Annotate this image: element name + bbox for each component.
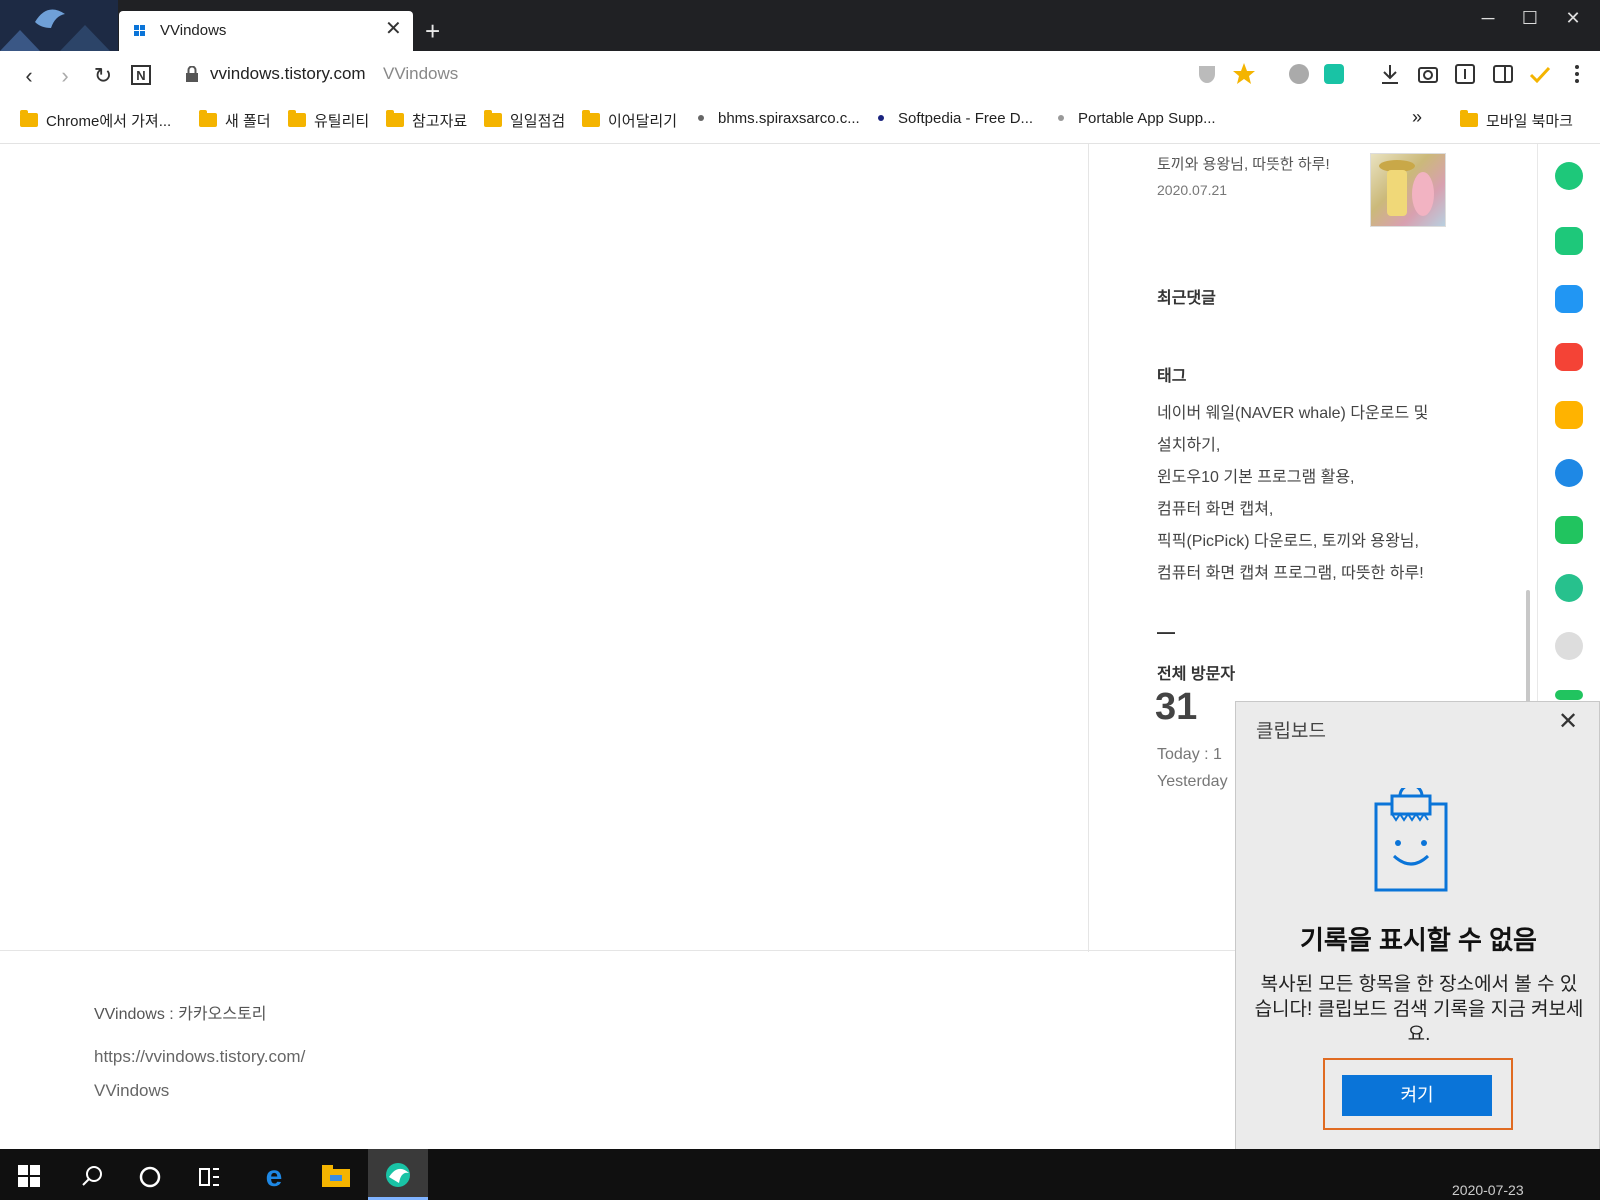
tags-heading: 태그 xyxy=(1157,368,1187,385)
folder-icon xyxy=(582,110,600,127)
page-scrollbar[interactable] xyxy=(1526,590,1530,710)
taskbar xyxy=(0,1149,1600,1200)
svg-text:e: e xyxy=(266,1162,283,1190)
side-panel-square-icon[interactable] xyxy=(1555,516,1583,544)
edge-icon[interactable]: e xyxy=(259,1162,289,1190)
side-panel-bell-icon[interactable] xyxy=(1555,227,1583,255)
url-input[interactable]: vvindows.tistory.com xyxy=(210,64,366,84)
clipboard-panel: 클립보드 ✕ 기록을 표시할 수 없음 복사된 모든 항목을 한 장소에서 볼 … xyxy=(1235,701,1600,1188)
minimize-icon[interactable]: ─ xyxy=(1473,8,1503,29)
tab-active[interactable]: VVindows ✕ xyxy=(119,11,413,51)
footer-name: VVindows xyxy=(94,1081,170,1100)
download-icon[interactable] xyxy=(1378,62,1402,86)
footer-blog-line[interactable]: VVindows : 카카오스토리 xyxy=(94,1000,267,1024)
folder-icon xyxy=(1460,110,1478,127)
visitors-today: Today : 1 xyxy=(1157,746,1222,763)
title-bar: VVindows ✕ + ─ ☐ ✕ xyxy=(0,0,1600,51)
split-view-icon[interactable] xyxy=(1491,62,1515,86)
side-panel-green-circle-icon[interactable] xyxy=(1555,162,1583,190)
side-panel-play-icon[interactable] xyxy=(1555,574,1583,602)
visitors-total: 31 xyxy=(1155,686,1198,728)
capture-icon[interactable] xyxy=(1416,62,1440,86)
windows-favicon-icon xyxy=(134,25,145,36)
start-icon[interactable] xyxy=(18,1165,40,1187)
lock-icon xyxy=(186,66,198,82)
side-panel-star-icon[interactable] xyxy=(1555,401,1583,429)
recent-post-date: 2020.07.21 xyxy=(1157,182,1228,198)
favicon-icon xyxy=(698,115,704,121)
close-icon[interactable]: ✕ xyxy=(1558,710,1578,734)
bookmarks-more-icon[interactable]: » xyxy=(1412,107,1422,128)
footer-url[interactable]: https://vvindows.tistory.com/ xyxy=(94,1047,305,1067)
thumbnail-illustration xyxy=(1379,160,1434,216)
visitors-heading: 전체 방문자 xyxy=(1157,666,1236,683)
svg-text:N: N xyxy=(136,68,145,83)
bookmark-folder[interactable]: Chrome에서 가져... xyxy=(20,110,171,131)
post-thumbnail[interactable] xyxy=(1370,153,1446,227)
bookmark-folder[interactable]: 참고자료 xyxy=(386,110,467,131)
divider xyxy=(1088,144,1089,952)
bookmark-star-icon[interactable] xyxy=(1232,62,1256,86)
favicon-icon xyxy=(878,115,884,121)
menu-dots-icon[interactable] xyxy=(1565,62,1589,86)
reader-icon[interactable] xyxy=(1453,62,1477,86)
share-icon[interactable] xyxy=(1287,62,1311,86)
side-panel-avatar-icon[interactable] xyxy=(1555,632,1583,660)
tag-link[interactable]: 픽픽(PicPick) 다운로드, 토끼와 용왕님, xyxy=(1157,527,1419,551)
url-page-title: VVindows xyxy=(383,64,459,83)
reload-icon[interactable]: ↻ xyxy=(89,62,117,90)
tag-link[interactable]: 네이버 웨일(NAVER whale) 다운로드 및 xyxy=(1157,399,1428,423)
tab-close-icon[interactable]: ✕ xyxy=(385,19,402,39)
bookmark-folder[interactable]: 새 폴더 xyxy=(199,110,271,131)
naver-home-icon[interactable]: N xyxy=(131,65,151,85)
back-icon[interactable]: ‹ xyxy=(15,62,43,90)
tag-link[interactable]: 설치하기, xyxy=(1157,431,1220,455)
visitors-yesterday: Yesterday xyxy=(1157,773,1228,790)
tag-link[interactable]: 컴퓨터 화면 캡쳐, xyxy=(1157,495,1273,519)
taskbar-date: 2020-07-23 xyxy=(1452,1182,1524,1198)
recent-post-title[interactable]: 토끼와 용왕님, 따뜻한 하루! xyxy=(1157,153,1330,174)
forward-icon[interactable]: › xyxy=(51,62,79,90)
browser-theme-art xyxy=(0,0,118,51)
folder-icon xyxy=(386,110,404,127)
tag-link[interactable]: 컴퓨터 화면 캡쳐 프로그램, 따뜻한 하루! xyxy=(1157,559,1424,583)
folder-icon xyxy=(288,110,306,127)
new-tab-icon[interactable]: + xyxy=(425,18,440,44)
check-icon[interactable] xyxy=(1528,62,1552,86)
side-panel-pocket-icon[interactable] xyxy=(1555,343,1583,371)
bookmark-link[interactable]: Softpedia - Free D... xyxy=(878,110,1033,127)
clipboard-title: 클립보드 xyxy=(1256,721,1326,742)
side-panel-app-icon[interactable] xyxy=(1555,690,1583,700)
tab-title: VVindows xyxy=(160,22,227,39)
maximize-icon[interactable]: ☐ xyxy=(1515,8,1545,29)
whale-browser-icon xyxy=(386,1163,410,1187)
folder-icon xyxy=(484,110,502,127)
bookmark-folder[interactable]: 이어달리기 xyxy=(582,110,677,131)
folder-icon xyxy=(20,110,38,127)
shield-icon[interactable] xyxy=(1195,62,1219,86)
mobile-bookmarks-folder[interactable]: 모바일 북마크 xyxy=(1460,110,1573,131)
clipboard-description: 복사된 모든 항목을 한 장소에서 볼 수 있습니다! 클립보드 검색 기록을 … xyxy=(1254,974,1584,1045)
recent-comments-heading: 최근댓글 xyxy=(1157,290,1216,307)
bookmark-folder[interactable]: 유틸리티 xyxy=(288,110,369,131)
folder-icon xyxy=(199,110,217,127)
translate-icon[interactable] xyxy=(1322,62,1346,86)
tag-link[interactable]: 윈도우10 기본 프로그램 활용, xyxy=(1157,463,1355,487)
bookmark-folder[interactable]: 일일점검 xyxy=(484,110,565,131)
search-icon[interactable] xyxy=(80,1164,104,1188)
section-dash: — xyxy=(1157,622,1175,642)
bookmark-link[interactable]: bhms.spiraxsarco.c... xyxy=(698,110,860,127)
clipboard-heading: 기록을 표시할 수 없음 xyxy=(1300,925,1537,955)
side-panel-chart-icon[interactable] xyxy=(1555,459,1583,487)
file-explorer-icon[interactable] xyxy=(321,1163,351,1189)
turn-on-button[interactable]: 켜기 xyxy=(1342,1075,1492,1116)
bookmark-link[interactable]: Portable App Supp... xyxy=(1058,110,1216,127)
side-panel-calendar-icon[interactable] xyxy=(1555,285,1583,313)
task-view-icon[interactable] xyxy=(198,1165,222,1189)
close-window-icon[interactable]: ✕ xyxy=(1558,8,1588,29)
taskbar-whale-active[interactable] xyxy=(368,1149,428,1200)
favicon-icon xyxy=(1058,115,1064,121)
cortana-icon[interactable] xyxy=(138,1165,162,1189)
clipboard-face-icon xyxy=(1374,788,1448,892)
